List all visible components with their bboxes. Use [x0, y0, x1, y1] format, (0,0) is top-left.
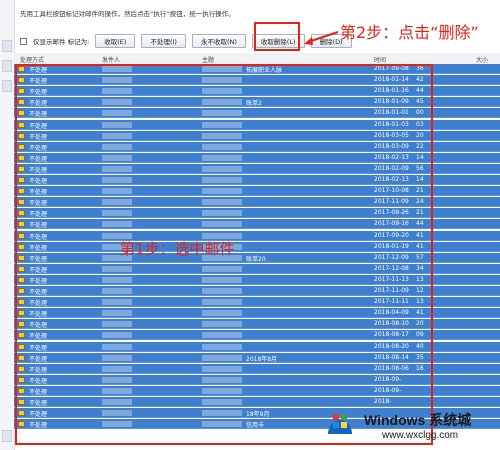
instruction-text: 先用工具栏按钮标记对邮件的操作，然后点击“执行”按钮，统一执行操作。 [20, 10, 235, 18]
watermark: Windows 系统城 www.wxclgg.com [318, 404, 500, 450]
checkbox-label: 仅显示邮件 标记为: [33, 38, 90, 46]
panel-button[interactable] [2, 40, 12, 52]
watermark-title: Windows 系统城 [364, 412, 472, 428]
arrow-icon [304, 31, 339, 45]
delete-highlight-box [254, 22, 300, 51]
col-time[interactable]: 时间 [374, 55, 386, 64]
col-sender[interactable]: 发件人 [102, 55, 120, 64]
step2-annotation: 第2步：点击“删除” [340, 23, 479, 42]
col-size[interactable]: 大小 [476, 55, 488, 64]
watermark-url: www.wxclgg.com [382, 430, 459, 441]
ignore-button[interactable]: 不处理(I) [141, 34, 186, 48]
filter-checkbox[interactable] [20, 37, 27, 45]
left-panel-strip [0, 0, 15, 450]
never-fetch-button[interactable]: 永不收取(N) [191, 34, 246, 48]
windows-logo-icon [328, 414, 352, 434]
panel-button[interactable] [2, 80, 12, 92]
step1-annotation: 第1步：选中邮件 [120, 240, 235, 258]
panel-button[interactable] [2, 430, 12, 442]
panel-button[interactable] [2, 60, 12, 72]
col-action[interactable]: 处理方式 [20, 55, 44, 64]
col-subject[interactable]: 主题 [202, 55, 214, 64]
fetch-button[interactable]: 收取(E) [95, 34, 136, 48]
